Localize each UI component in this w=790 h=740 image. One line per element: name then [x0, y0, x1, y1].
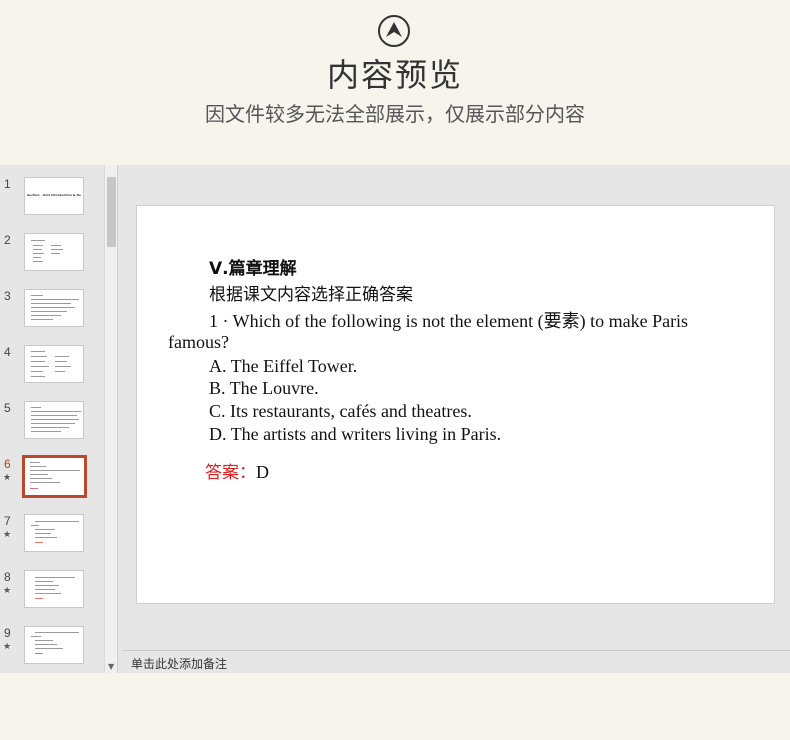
star-icon: ★ [3, 586, 12, 596]
slide-preview [24, 401, 84, 439]
thumbnail-scrollbar[interactable]: ▼ [104, 165, 118, 673]
notes-pane[interactable]: 单击此处添加备注 [122, 650, 790, 673]
slide-thumbnail-4[interactable]: 4 [0, 345, 104, 389]
slide-preview: Section · Unit Introduction & Reading [24, 177, 84, 215]
slide-number: 6 [4, 457, 11, 471]
notes-placeholder: 单击此处添加备注 [131, 657, 228, 671]
slide-thumbnail-9[interactable]: 9 ★ [0, 626, 104, 670]
slide-thumbnail-7[interactable]: 7 ★ [0, 514, 104, 558]
question-line-1: 1 · Which of the following is not the el… [209, 311, 689, 331]
page-title: 内容预览 [326, 56, 463, 94]
option-c: C. Its restaurants, cafés and theatres. [209, 401, 472, 421]
slide-number: 9 [4, 626, 11, 640]
slide-number: 4 [4, 345, 11, 359]
thumbnail-title: Section · Unit Introduction & Reading [27, 193, 81, 197]
answer-line: 答案：D [205, 458, 269, 483]
slide-number: 7 [4, 514, 11, 528]
option-b: B. The Louvre. [209, 378, 319, 398]
slide-number: 2 [4, 233, 11, 247]
slide-thumbnail-panel: 1 Section · Unit Introduction & Reading … [0, 165, 104, 673]
slide-preview [24, 626, 84, 664]
chevron-down-icon[interactable]: ▼ [108, 663, 114, 671]
slide-instruction: 根据课文内容选择正确答案 [209, 285, 413, 305]
slide-heading: Ⅴ.篇章理解 [209, 259, 297, 279]
slide-preview [24, 289, 84, 327]
preview-header: 内容预览 因文件较多无法全部展示，仅展示部分内容 [0, 0, 790, 165]
slide-thumbnail-2[interactable]: 2 [0, 233, 104, 277]
chevron-up-circle-icon [378, 15, 410, 47]
slide-number: 1 [4, 177, 11, 191]
star-icon: ★ [3, 642, 12, 652]
slide-preview [24, 233, 84, 271]
slide-number: 3 [4, 289, 11, 303]
answer-label: 答案： [205, 463, 256, 483]
slide-preview [24, 345, 84, 383]
slide-thumbnail-1[interactable]: 1 Section · Unit Introduction & Reading [0, 177, 104, 221]
answer-value: D [256, 462, 269, 482]
page-subtitle: 因文件较多无法全部展示，仅展示部分内容 [205, 102, 585, 126]
slide-thumbnail-3[interactable]: 3 [0, 289, 104, 333]
slide-preview-selected [22, 455, 87, 498]
slide-preview [24, 570, 84, 608]
option-a: A. The Eiffel Tower. [209, 356, 358, 376]
slide-preview [24, 514, 84, 552]
slide-thumbnail-5[interactable]: 5 [0, 401, 104, 445]
question-line-2: famous? [168, 332, 229, 352]
presentation-app: 1 Section · Unit Introduction & Reading … [0, 165, 790, 673]
slide-number: 5 [4, 401, 11, 415]
star-icon: ★ [3, 530, 12, 540]
slide-thumbnail-6[interactable]: 6 ★ [0, 455, 104, 501]
slide-editor: Ⅴ.篇章理解 根据课文内容选择正确答案 1 · Which of the fol… [122, 165, 790, 650]
scrollbar-thumb[interactable] [107, 177, 116, 247]
star-icon: ★ [3, 473, 12, 483]
slide-number: 8 [4, 570, 11, 584]
slide-thumbnail-8[interactable]: 8 ★ [0, 570, 104, 614]
slide-canvas[interactable]: Ⅴ.篇章理解 根据课文内容选择正确答案 1 · Which of the fol… [136, 205, 775, 604]
option-d: D. The artists and writers living in Par… [209, 424, 502, 444]
